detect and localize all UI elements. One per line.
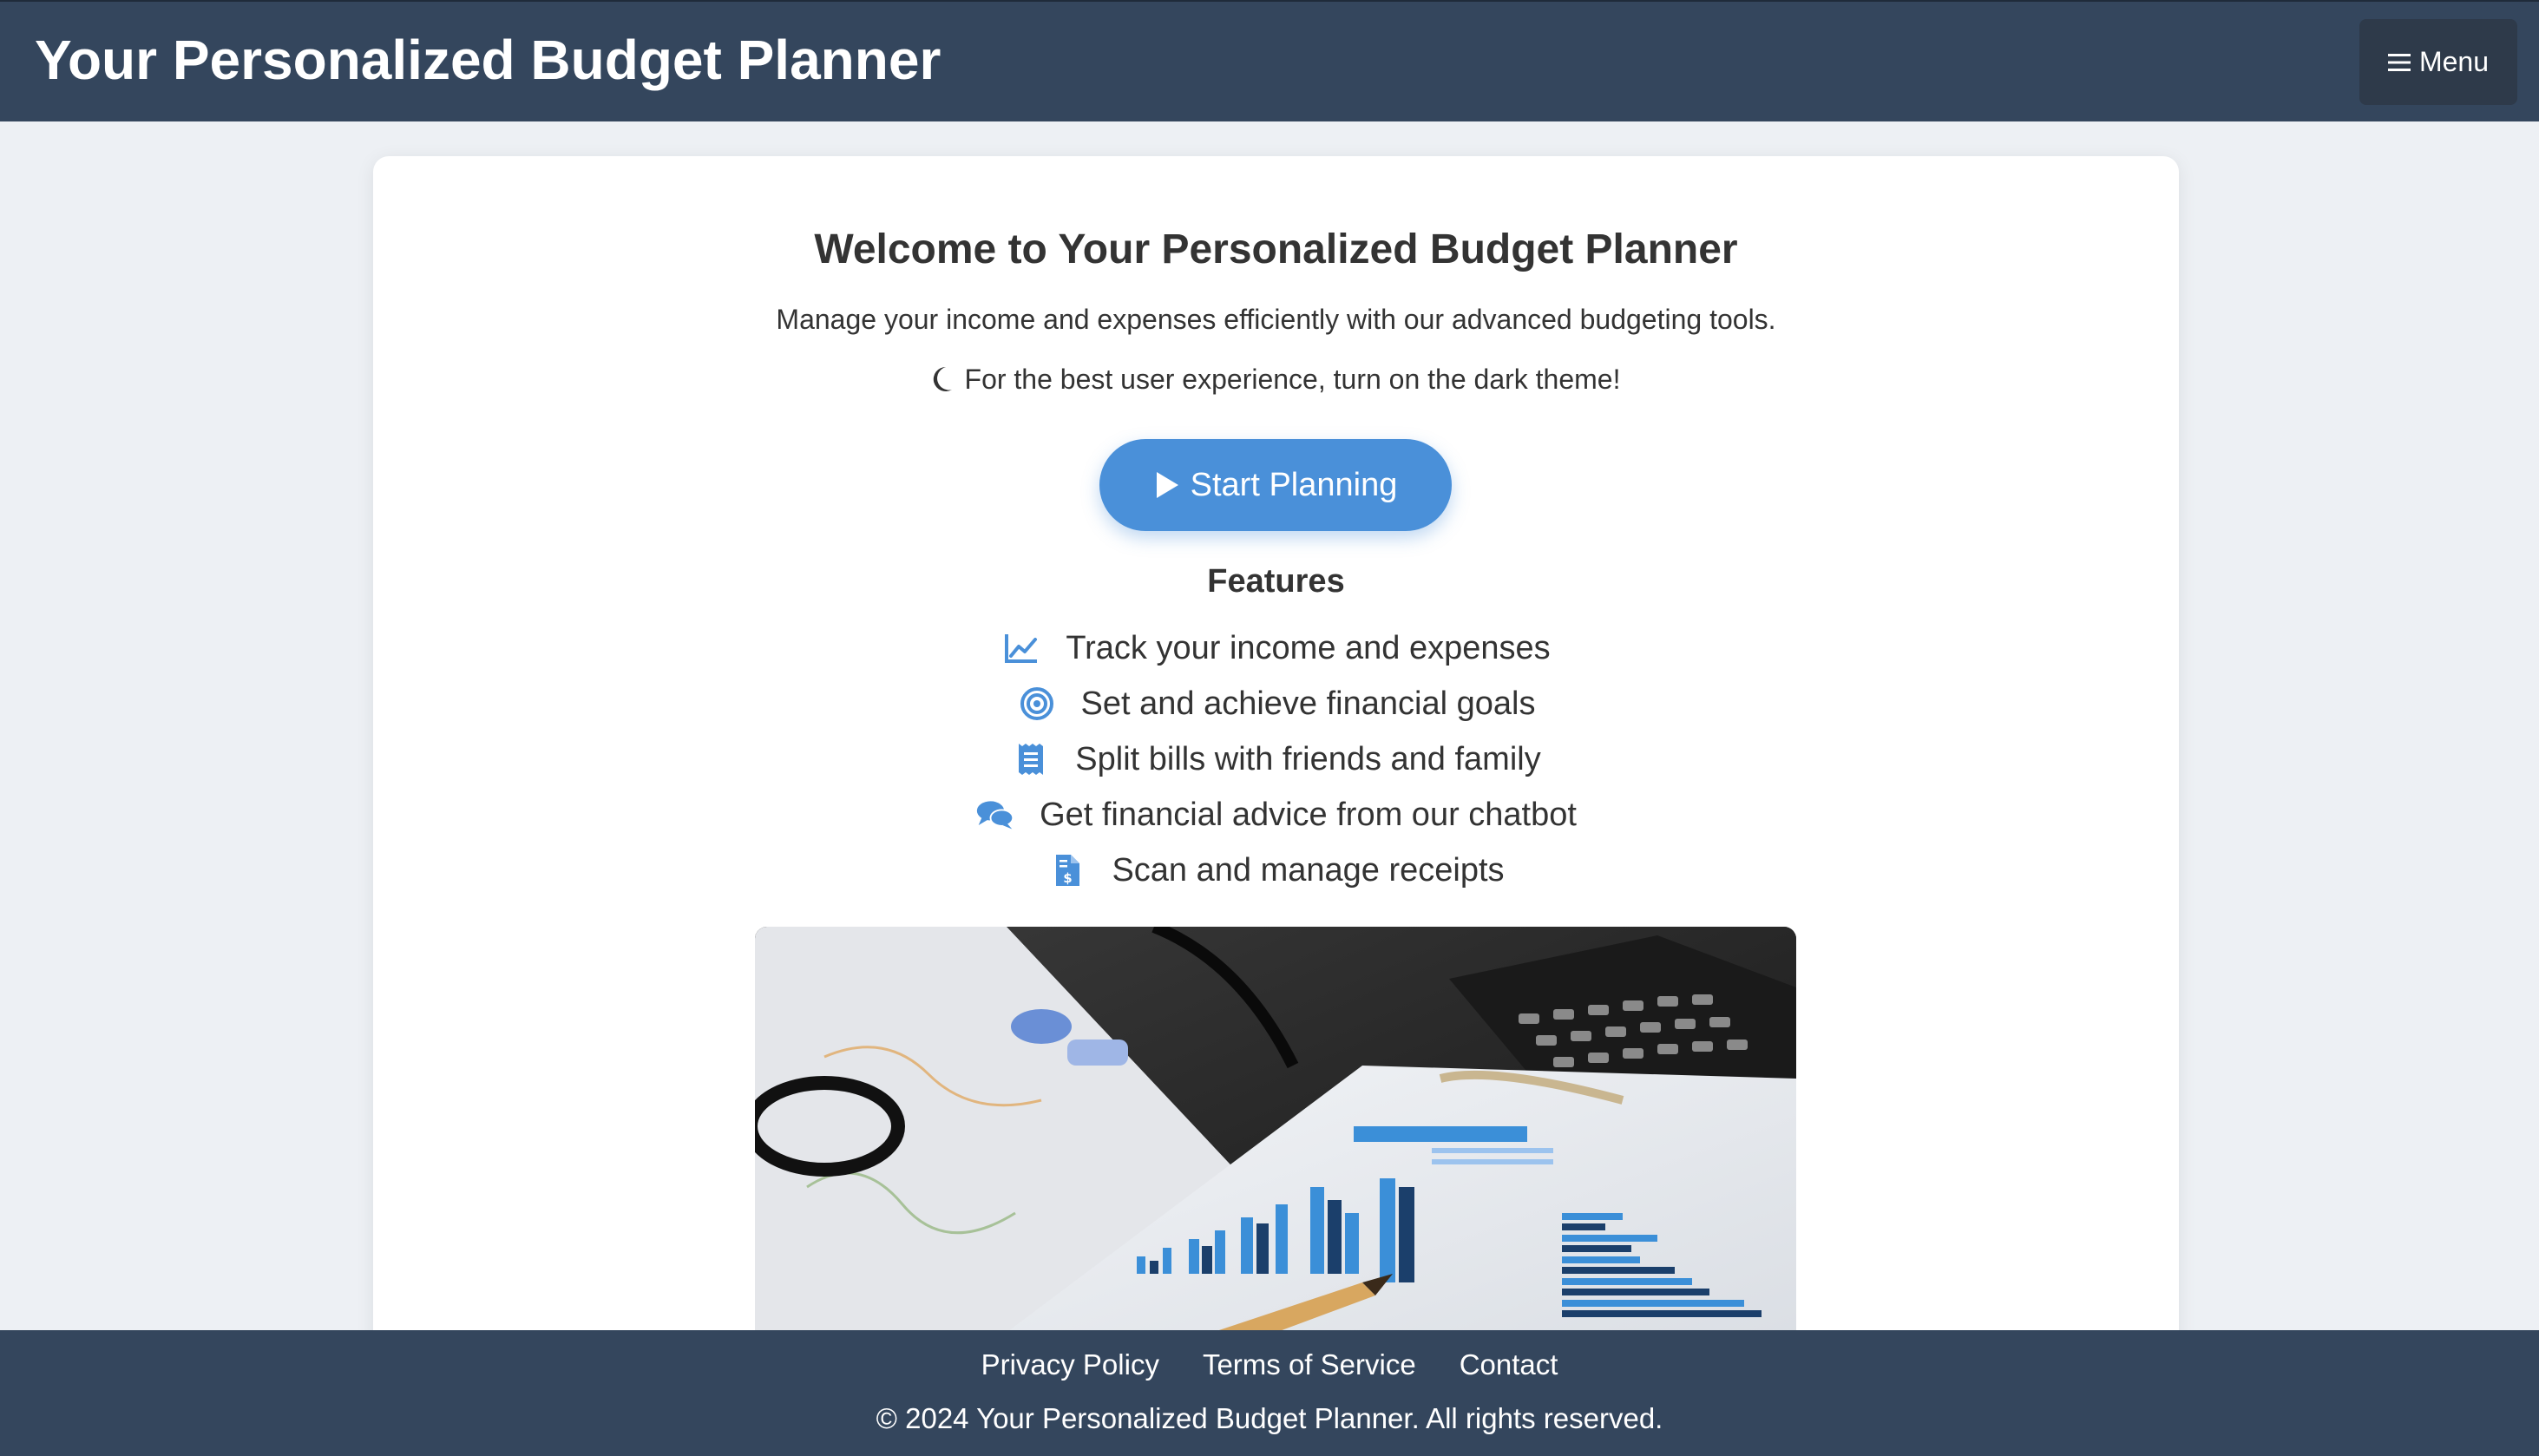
contact-link[interactable]: Contact [1460,1346,1558,1384]
menu-label: Menu [2418,46,2490,77]
svg-text:$: $ [1064,870,1073,886]
welcome-title: Welcome to Your Personalized Budget Plan… [814,226,1738,272]
app-title: Your Personalized Budget Planner [35,29,941,91]
start-planning-label: Start Planning [1190,466,1398,503]
feature-item: Split bills with friends and family [373,731,2179,787]
privacy-policy-link[interactable]: Privacy Policy [981,1346,1159,1384]
dark-theme-tip-text: For the best user experience, turn on th… [964,364,1621,395]
welcome-card: Welcome to Your Personalized Budget Plan… [373,156,2179,1378]
feature-label: Track your income and expenses [1066,629,1551,666]
feature-item: Set and achieve financial goals [373,676,2179,731]
chat-bubbles-icon [975,795,1015,835]
dark-theme-tip: For the best user experience, turn on th… [373,362,2179,397]
feature-label: Split bills with friends and family [1075,740,1541,777]
feature-item: Get financial advice from our chatbot [373,787,2179,843]
feature-item: $ Scan and manage receipts [373,843,2179,898]
features-title: Features [1207,563,1345,600]
receipt-icon [1011,739,1051,779]
menu-button[interactable]: Menu [2359,19,2517,105]
feature-item: Track your income and expenses [373,620,2179,676]
play-icon [1156,472,1178,498]
hamburger-icon [2387,53,2411,71]
subtitle: Manage your income and expenses efficien… [776,304,1776,335]
copyright: © 2024 Your Personalized Budget Planner.… [876,1402,1663,1434]
footer-links: Privacy Policy Terms of Service Contact [0,1346,2539,1384]
moon-icon [933,366,952,391]
terms-of-service-link[interactable]: Terms of Service [1203,1346,1416,1384]
feature-label: Scan and manage receipts [1112,851,1505,889]
chart-line-icon [1001,628,1041,668]
features-list: Track your income and expenses Set and a… [373,620,2179,898]
header-bar: Your Personalized Budget Planner Menu [0,0,2539,121]
feature-label: Set and achieve financial goals [1080,685,1536,722]
start-planning-button[interactable]: Start Planning [1099,439,1452,531]
footer: Privacy Policy Terms of Service Contact … [0,1330,2539,1456]
feature-label: Get financial advice from our chatbot [1040,796,1577,833]
finance-charts-photo [755,927,1796,1378]
invoice-dollar-icon: $ [1047,850,1087,890]
target-icon [1017,684,1057,724]
